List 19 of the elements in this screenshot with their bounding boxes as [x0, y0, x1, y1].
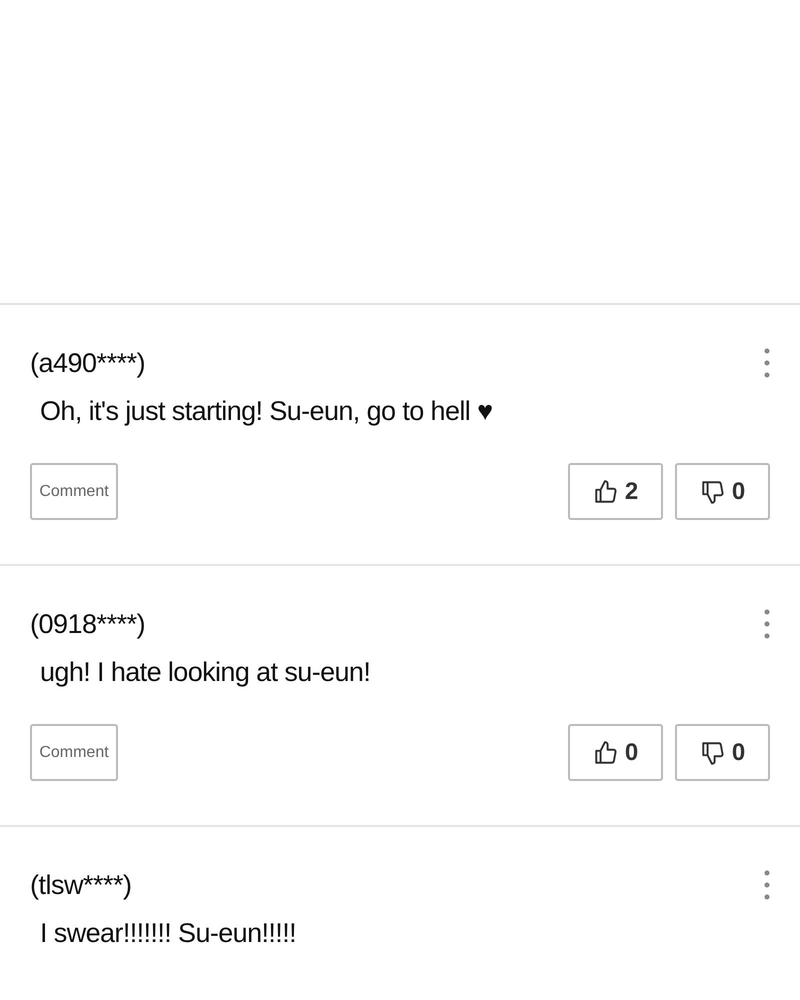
username: (a490****): [30, 348, 146, 378]
like-button[interactable]: 0: [568, 724, 663, 781]
username: (0918****): [30, 608, 146, 640]
like-button[interactable]: 2: [568, 463, 663, 520]
comment-button[interactable]: Comment: [30, 463, 118, 520]
thumbs-up-icon: [592, 478, 619, 504]
thumbs-up-icon: [592, 740, 619, 766]
more-options-icon[interactable]: [764, 348, 770, 378]
comment-text: Oh, it's just starting! Su-eun, go to hell ♥: [40, 396, 494, 427]
comment-button[interactable]: Comment: [30, 724, 118, 781]
username: (tlsw****): [30, 870, 132, 900]
comment-text: I swear!!!!!!! Su-eun!!!!!: [40, 918, 298, 949]
dislike-button[interactable]: 0: [675, 724, 770, 781]
dislike-button[interactable]: 0: [675, 463, 770, 520]
more-options-icon[interactable]: [764, 870, 770, 900]
comment-text: ugh! I hate looking at su-eun!: [40, 657, 372, 688]
thumbs-down-icon: [700, 478, 726, 504]
thumbs-down-icon: [700, 740, 726, 766]
more-options-icon[interactable]: [764, 609, 770, 639]
